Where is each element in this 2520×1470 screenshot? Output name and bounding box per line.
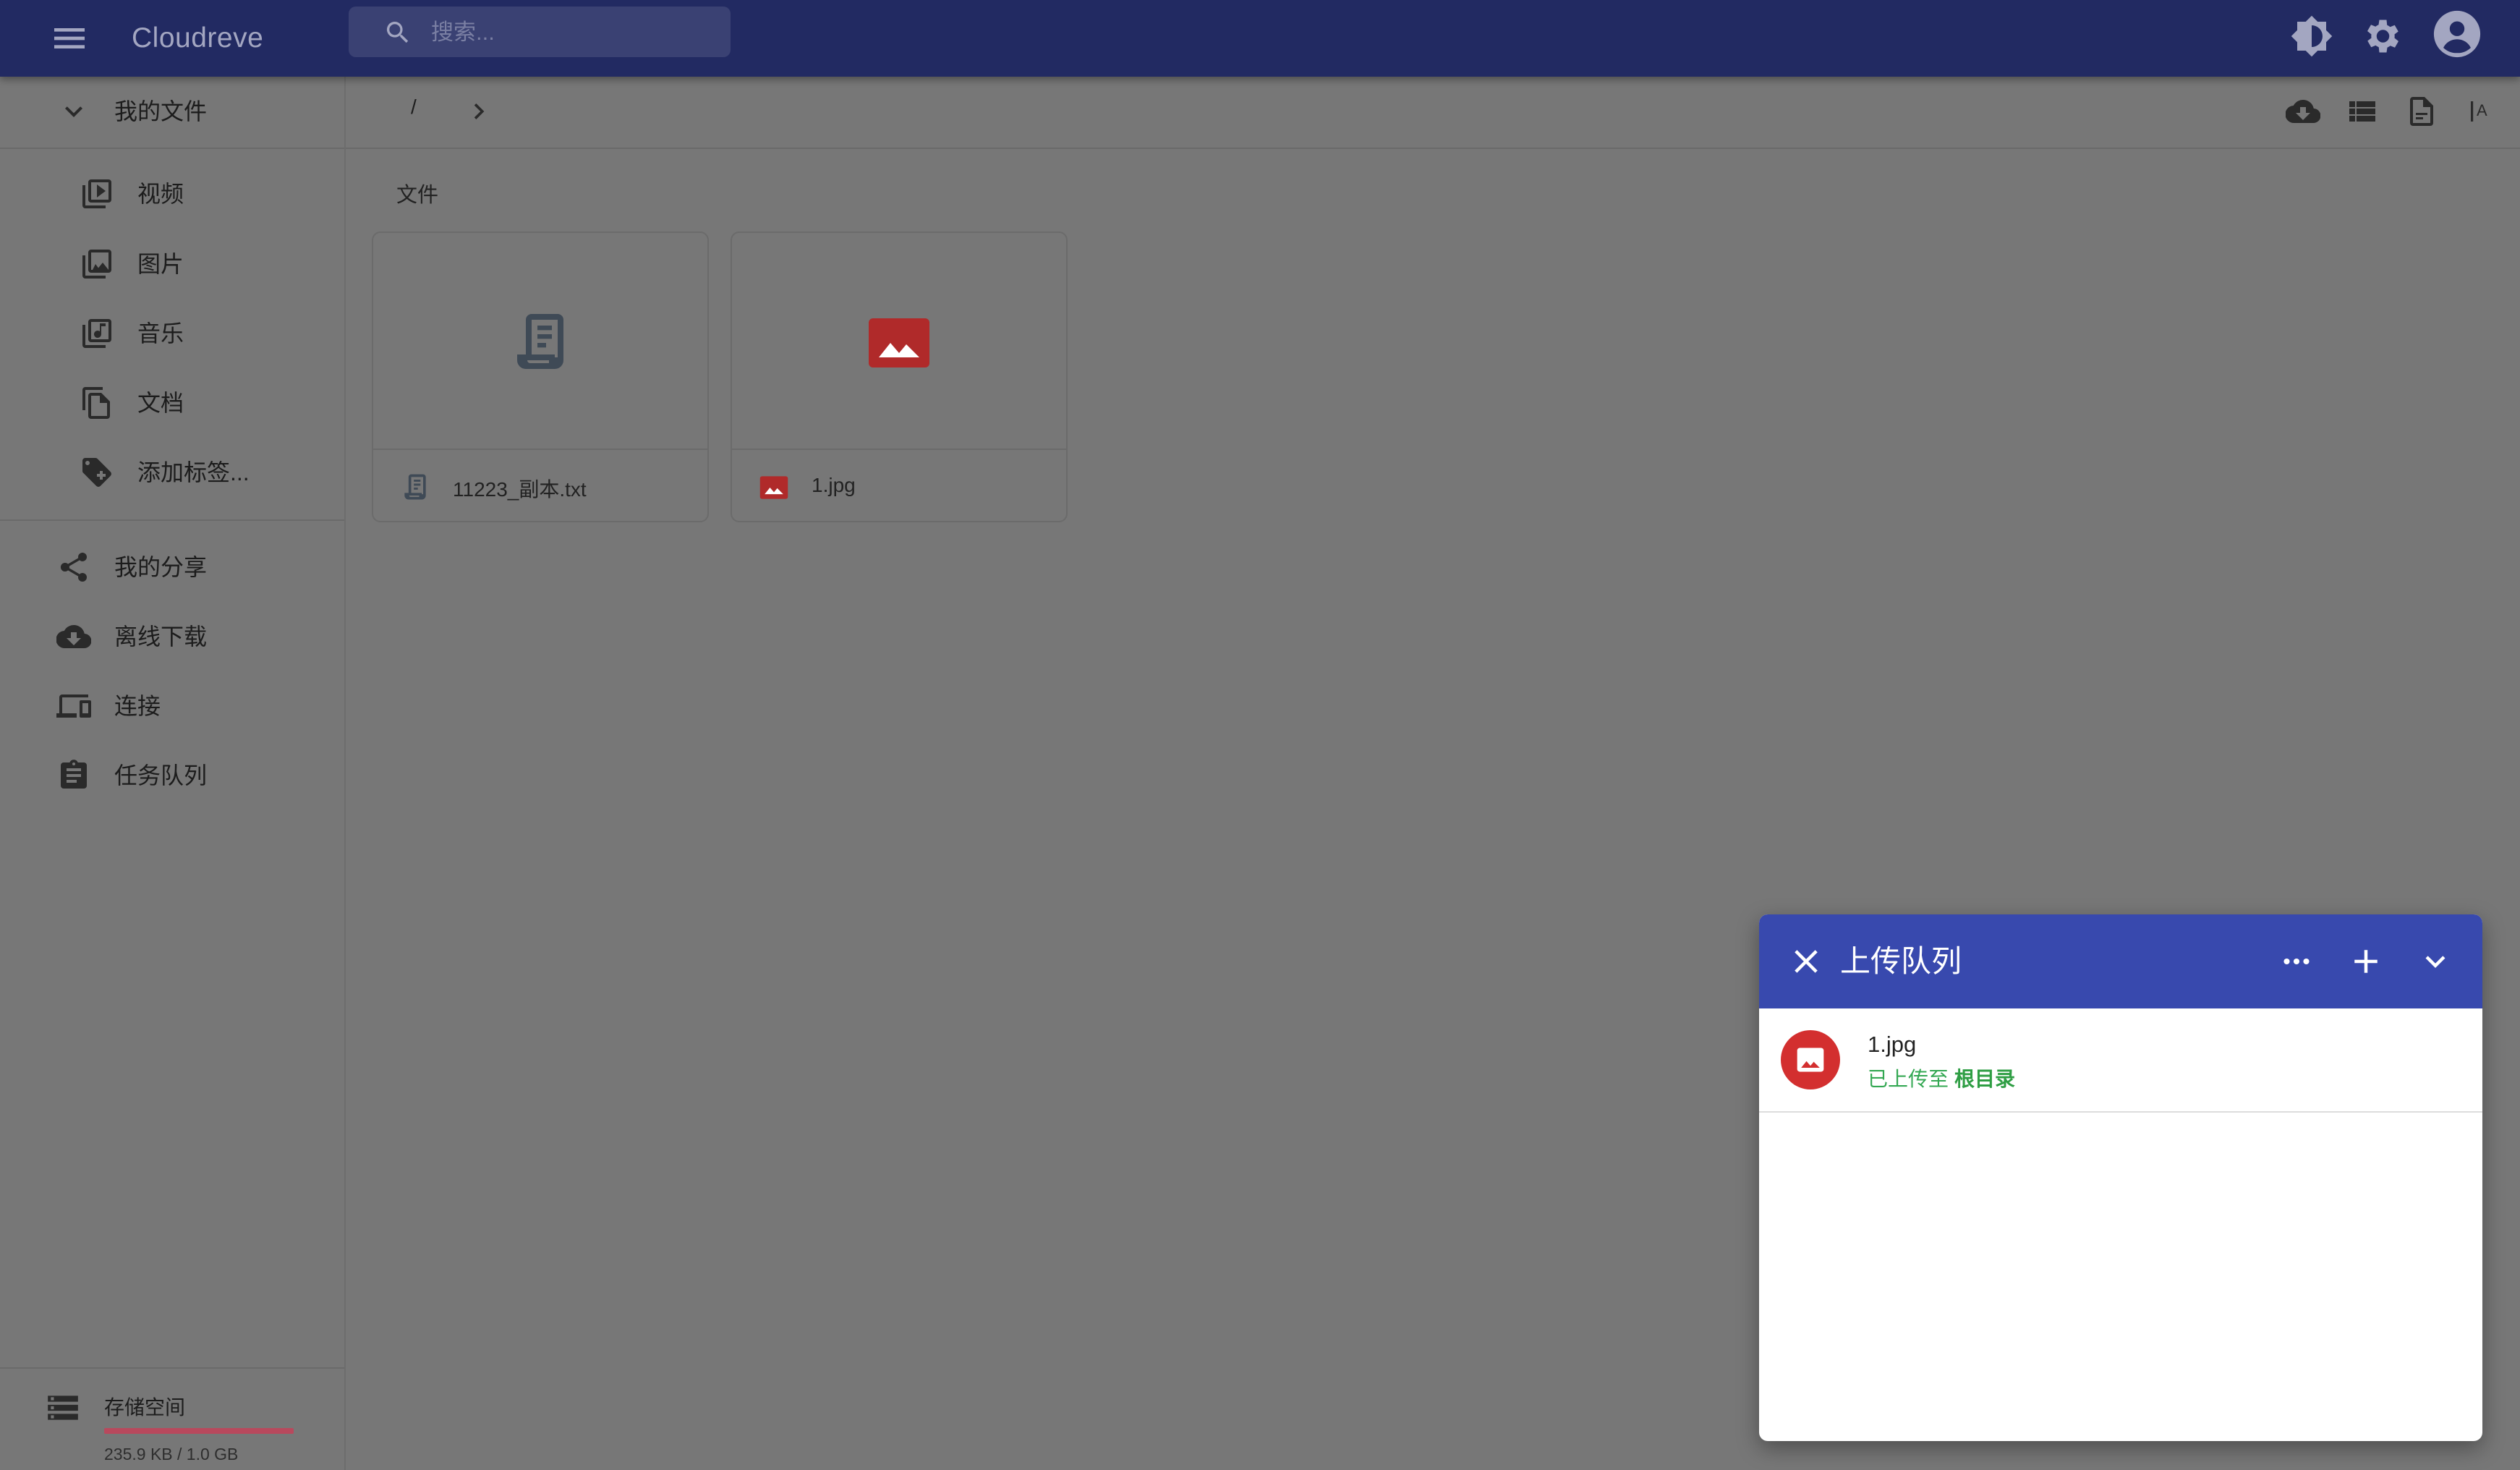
assignment-icon <box>56 758 91 793</box>
svg-text:A: A <box>2477 101 2487 119</box>
sidebar-item-label: 我的分享 <box>114 554 208 580</box>
file-card[interactable]: 1.jpg <box>731 231 1068 522</box>
add-tag-icon <box>80 455 114 490</box>
chevron-right-icon[interactable] <box>463 95 495 127</box>
sidebar-item-label: 添加标签... <box>137 459 250 485</box>
devices-icon <box>56 689 91 723</box>
search-icon <box>383 18 412 47</box>
divider <box>0 519 344 521</box>
upload-queue-item[interactable]: 1.jpg 已上传至 根目录 <box>1759 1008 2482 1113</box>
app-title: Cloudreve <box>132 22 264 54</box>
chevron-down-icon[interactable] <box>2416 942 2455 981</box>
photo-library-icon <box>80 247 114 281</box>
text-file-icon <box>399 472 431 504</box>
sidebar-item-label: 文档 <box>137 390 184 416</box>
storage-label: 存储空间 <box>104 1396 186 1419</box>
sidebar-item-task-queue[interactable]: 任务队列 <box>0 741 344 810</box>
sidebar-item-label: 视频 <box>137 181 184 207</box>
sidebar-item-connections[interactable]: 连接 <box>0 671 344 741</box>
sidebar-item-music[interactable]: 音乐 <box>0 299 344 368</box>
video-library-icon <box>80 177 114 211</box>
share-icon <box>56 550 91 585</box>
file-thumbnail <box>732 233 1066 450</box>
file-copy-icon <box>80 386 114 420</box>
sidebar-item-label: 我的文件 <box>114 98 208 124</box>
path-navigation-bar <box>346 77 2520 149</box>
search-box[interactable] <box>349 7 731 57</box>
file-name: 11223_副本.txt <box>453 478 587 501</box>
close-icon[interactable] <box>1787 942 1826 981</box>
upload-destination-link[interactable]: 根目录 <box>1954 1068 2015 1090</box>
sidebar-item-offline-download[interactable]: 离线下载 <box>0 602 344 671</box>
breadcrumb-root[interactable]: / <box>411 95 417 119</box>
file-card[interactable]: 11223_副本.txt <box>372 231 709 522</box>
sidebar-item-label: 图片 <box>137 251 184 277</box>
sidebar-item-documents[interactable]: 文档 <box>0 368 344 438</box>
sidebar-item-photos[interactable]: 图片 <box>0 229 344 299</box>
upload-queue-panel: 上传队列 1.jpg 已上传至 根目录 <box>1759 914 2482 1441</box>
cloud-download-icon[interactable] <box>2286 94 2320 129</box>
text-file-icon <box>506 308 575 378</box>
sidebar-item-my-shares[interactable]: 我的分享 <box>0 532 344 602</box>
upload-queue-title: 上传队列 <box>1840 944 1962 978</box>
file-name: 1.jpg <box>812 474 856 496</box>
app-bar: Cloudreve <box>0 0 2520 77</box>
add-icon[interactable] <box>2346 942 2385 981</box>
sidebar-item-label: 连接 <box>114 693 161 719</box>
search-input[interactable] <box>430 12 715 53</box>
files-section-title: 文件 <box>396 184 439 207</box>
divider <box>0 148 344 149</box>
sort-by-name-icon[interactable]: A <box>2464 94 2498 129</box>
file-info-icon[interactable] <box>2404 94 2439 129</box>
avatar-icon[interactable] <box>2432 9 2482 59</box>
sidebar-item-label: 离线下载 <box>114 624 208 650</box>
image-file-icon <box>864 308 934 378</box>
image-file-icon <box>758 472 790 504</box>
sidebar-item-add-tag[interactable]: 添加标签... <box>0 438 344 507</box>
upload-file-name: 1.jpg <box>1868 1032 1917 1057</box>
sidebar-item-label: 音乐 <box>137 320 184 347</box>
sidebar-item-my-files[interactable]: 我的文件 <box>0 77 344 146</box>
upload-queue-header: 上传队列 <box>1759 914 2482 1008</box>
sidebar-item-video[interactable]: 视频 <box>0 159 344 229</box>
upload-status-text: 已上传至 <box>1868 1068 1949 1090</box>
sidebar-item-label: 任务队列 <box>114 762 208 789</box>
list-view-icon[interactable] <box>2345 94 2380 129</box>
theme-toggle-icon[interactable] <box>2290 14 2333 58</box>
divider <box>0 1367 344 1369</box>
settings-gear-icon[interactable] <box>2359 14 2403 58</box>
menu-icon[interactable] <box>49 18 90 59</box>
upload-status: 已上传至 根目录 <box>1868 1063 2015 1092</box>
storage-bar-fill <box>104 1428 294 1434</box>
expand-more-icon <box>56 94 91 129</box>
library-music-icon <box>80 316 114 351</box>
file-thumbnail <box>373 233 707 450</box>
storage-icon <box>45 1390 81 1426</box>
cloud-download-icon <box>56 619 91 654</box>
image-file-icon <box>1781 1030 1840 1089</box>
storage-used-text: 235.9 KB / 1.0 GB <box>104 1445 239 1463</box>
more-horiz-icon[interactable] <box>2277 942 2316 981</box>
